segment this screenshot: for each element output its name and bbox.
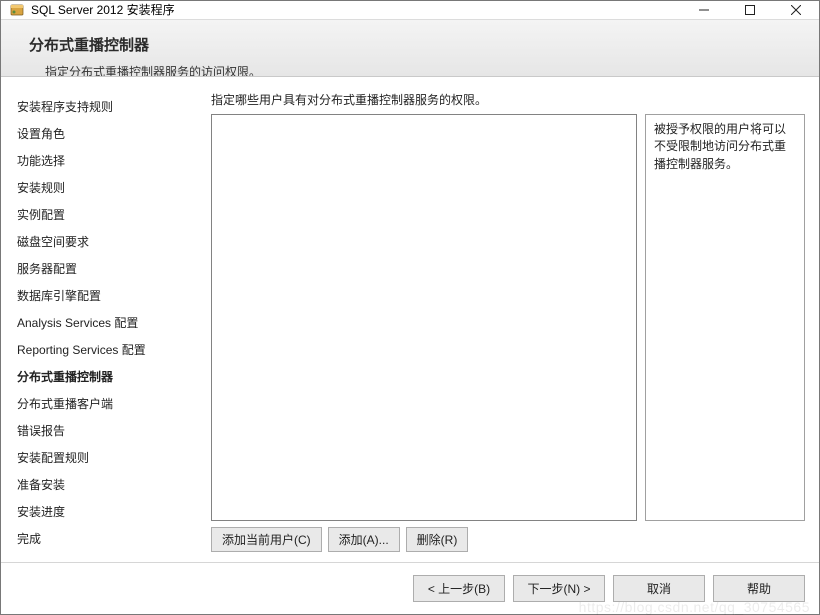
- next-button[interactable]: 下一步(N) >: [513, 575, 605, 602]
- sidebar-item-feature-select[interactable]: 功能选择: [15, 147, 201, 174]
- sidebar-item-analysis-services[interactable]: Analysis Services 配置: [15, 309, 201, 336]
- page-title: 分布式重播控制器: [29, 34, 801, 55]
- sidebar-item-distributed-replay-client[interactable]: 分布式重播客户端: [15, 390, 201, 417]
- back-button[interactable]: < 上一步(B): [413, 575, 505, 602]
- sidebar-item-db-engine[interactable]: 数据库引擎配置: [15, 282, 201, 309]
- permission-label: 指定哪些用户具有对分布式重播控制器服务的权限。: [211, 91, 805, 108]
- titlebar: SQL Server 2012 安装程序: [1, 1, 819, 20]
- main-panel: 指定哪些用户具有对分布式重播控制器服务的权限。 被授予权限的用户将可以不受限制地…: [211, 91, 805, 552]
- sidebar-item-progress[interactable]: 安装进度: [15, 498, 201, 525]
- minimize-button[interactable]: [681, 1, 727, 19]
- user-buttons: 添加当前用户(C) 添加(A)... 删除(R): [211, 527, 805, 552]
- app-icon: [9, 2, 25, 18]
- sidebar-item-ready-install[interactable]: 准备安装: [15, 471, 201, 498]
- sidebar-item-install-config-rules[interactable]: 安装配置规则: [15, 444, 201, 471]
- sidebar-item-distributed-replay-controller[interactable]: 分布式重播控制器: [15, 363, 201, 390]
- add-user-button[interactable]: 添加(A)...: [328, 527, 400, 552]
- remove-user-button[interactable]: 删除(R): [406, 527, 469, 552]
- sidebar-item-disk-space[interactable]: 磁盘空间要求: [15, 228, 201, 255]
- help-button[interactable]: 帮助: [713, 575, 805, 602]
- page-subtitle: 指定分布式重播控制器服务的访问权限。: [29, 63, 801, 77]
- sidebar: 安装程序支持规则 设置角色 功能选择 安装规则 实例配置 磁盘空间要求 服务器配…: [15, 91, 201, 552]
- user-listbox[interactable]: [211, 114, 637, 521]
- close-button[interactable]: [773, 1, 819, 19]
- sidebar-item-setup-role[interactable]: 设置角色: [15, 120, 201, 147]
- page-header: 分布式重播控制器 指定分布式重播控制器服务的访问权限。: [1, 20, 819, 77]
- main-row: 被授予权限的用户将可以不受限制地访问分布式重播控制器服务。: [211, 114, 805, 521]
- cancel-button[interactable]: 取消: [613, 575, 705, 602]
- sidebar-item-support-rules[interactable]: 安装程序支持规则: [15, 93, 201, 120]
- sidebar-item-server-config[interactable]: 服务器配置: [15, 255, 201, 282]
- sidebar-item-complete[interactable]: 完成: [15, 525, 201, 552]
- sidebar-item-instance-config[interactable]: 实例配置: [15, 201, 201, 228]
- add-current-user-button[interactable]: 添加当前用户(C): [211, 527, 322, 552]
- sidebar-item-reporting-services[interactable]: Reporting Services 配置: [15, 336, 201, 363]
- installer-window: SQL Server 2012 安装程序 分布式重播控制器 指定分布式重播控制器…: [0, 0, 820, 615]
- wizard-footer: < 上一步(B) 下一步(N) > 取消 帮助: [1, 562, 819, 614]
- permission-hint: 被授予权限的用户将可以不受限制地访问分布式重播控制器服务。: [645, 114, 805, 521]
- sidebar-item-install-rules[interactable]: 安装规则: [15, 174, 201, 201]
- sidebar-item-error-report[interactable]: 错误报告: [15, 417, 201, 444]
- window-controls: [681, 1, 819, 19]
- body: 安装程序支持规则 设置角色 功能选择 安装规则 实例配置 磁盘空间要求 服务器配…: [1, 77, 819, 562]
- titlebar-title: SQL Server 2012 安装程序: [31, 1, 681, 18]
- maximize-button[interactable]: [727, 1, 773, 19]
